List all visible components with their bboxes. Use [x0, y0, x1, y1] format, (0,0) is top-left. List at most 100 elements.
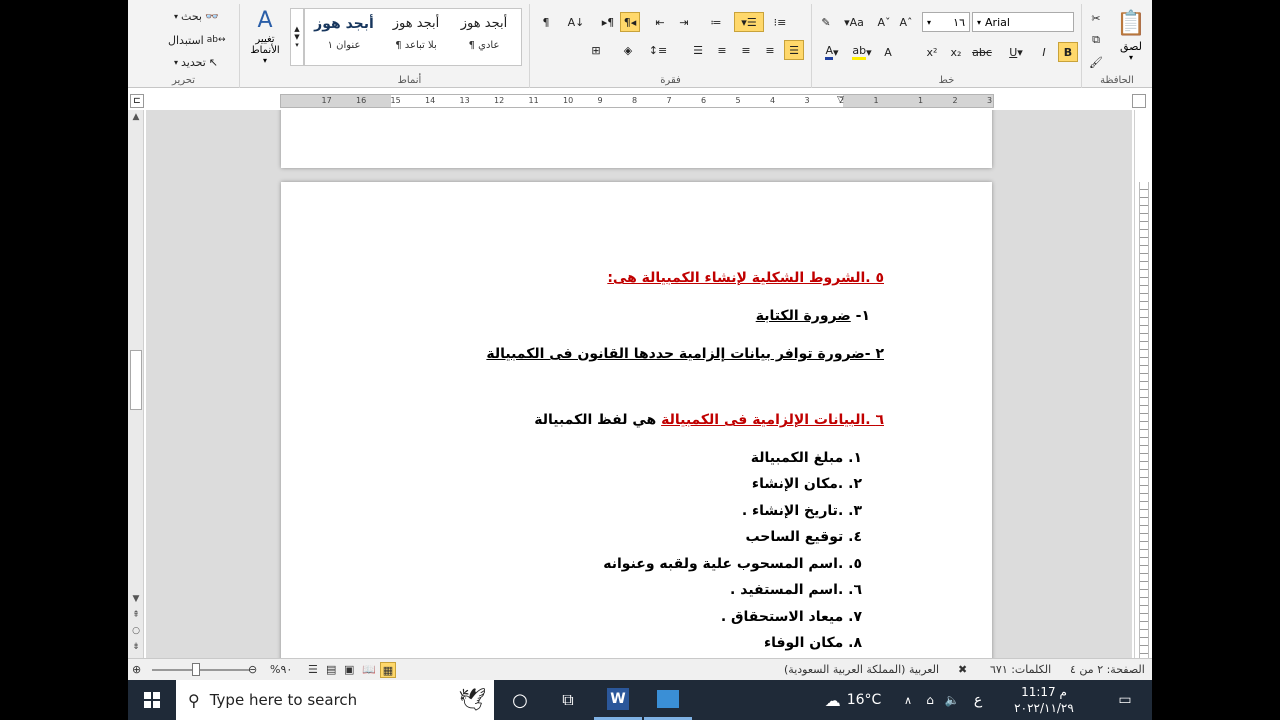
italic-icon[interactable]: I — [1034, 42, 1054, 62]
zoom-slider[interactable] — [152, 669, 250, 671]
word-count[interactable]: الكلمات: ٦٧١ — [990, 662, 1051, 678]
cut-icon[interactable]: ✂ — [1086, 8, 1106, 28]
browse-object-icon[interactable]: ○ — [128, 624, 144, 638]
task-view-icon[interactable]: ○ — [496, 680, 544, 720]
find-button[interactable]: ▾ بحث 👓 — [174, 6, 238, 26]
more-styles-icon[interactable]: ▾ — [295, 41, 299, 49]
horizontal-ruler[interactable]: 3 2 1 1 2 3 4 5 6 7 8 9 10 11 12 13 14 15 16 17 ▽ — [280, 94, 994, 108]
print-layout-icon[interactable]: ▦ — [380, 662, 396, 678]
right-vertical-ruler[interactable] — [1134, 110, 1152, 658]
font-name-combo[interactable]: ▾ Arial — [972, 12, 1074, 32]
prev-page-icon[interactable]: ⇞ — [128, 608, 144, 622]
sort-icon[interactable]: A↓ — [566, 12, 586, 32]
word-app-icon[interactable]: W — [594, 680, 642, 720]
tab-selector[interactable]: ⊏ — [130, 94, 144, 108]
vertical-ruler[interactable]: ▲ ▼ ⇞ ○ ⇟ — [128, 110, 144, 658]
bold-icon[interactable]: B — [1058, 42, 1078, 62]
align-center-icon[interactable]: ≡ — [736, 40, 756, 60]
bullets-icon[interactable]: ⁝≡ — [770, 12, 790, 32]
list-item[interactable]: ٨. مكان الوفاء — [764, 635, 862, 651]
scroll-up-icon[interactable]: ▲ — [294, 25, 299, 33]
line-spacing-icon[interactable]: ↕≡ — [648, 40, 668, 60]
borders-icon[interactable]: ⊞ — [586, 40, 606, 60]
notifications-icon[interactable]: ▭ — [1110, 680, 1140, 720]
format-painter-icon[interactable]: 🖌 — [1086, 52, 1106, 72]
subscript-icon[interactable]: x₂ — [946, 42, 966, 62]
proofing-icon[interactable]: ✖ — [958, 662, 967, 678]
volume-icon[interactable]: 🔈 — [942, 680, 962, 720]
chevron-down-icon[interactable]: ▾ — [240, 56, 290, 65]
select-button[interactable]: ▾ تحديد ↖ — [174, 52, 238, 72]
list-item[interactable]: ١. مبلغ الكمبيالة — [751, 450, 862, 466]
windows-start-icon[interactable] — [128, 680, 176, 720]
clock[interactable]: 11:17 م ٢٠٢٢/١١/٢٩ — [994, 680, 1094, 720]
list-item[interactable]: ٦. .اسم المستفيد . — [730, 582, 862, 598]
page-2[interactable]: ٥ .الشروط الشكلية لإنشاء الكمبيالة هى: ١… — [281, 182, 992, 658]
rtl-icon[interactable]: ¶◂ — [620, 12, 640, 32]
shading-icon[interactable]: ◈ — [618, 40, 638, 60]
style-no-spacing[interactable]: أبجد هوز ¶ بلا تباعد — [380, 8, 452, 66]
text-effects-icon[interactable]: A — [878, 42, 898, 62]
page-1[interactable] — [281, 110, 992, 168]
decrease-indent-icon[interactable]: ⇤ — [650, 12, 670, 32]
indent-marker-icon[interactable]: ▽ — [837, 95, 844, 105]
network-icon[interactable]: ⌂ — [920, 680, 940, 720]
style-heading1[interactable]: أبجد هوز عنوان ١ — [308, 8, 380, 66]
show-marks-icon[interactable]: ¶ — [536, 12, 556, 32]
heading-mandatory-data[interactable]: ٦ .البيانات الإلزامية فى الكمبيالة هي لف… — [534, 412, 884, 428]
align-left-icon[interactable]: ≡ — [712, 40, 732, 60]
highlight-icon[interactable]: ab ▾ — [848, 42, 876, 62]
justify-icon[interactable]: ☰ — [688, 40, 708, 60]
timeline-icon[interactable]: ⧉ — [544, 680, 592, 720]
superscript-icon[interactable]: x² — [922, 42, 942, 62]
chevron-up-icon[interactable]: ∧ — [898, 680, 918, 720]
increase-indent-icon[interactable]: ⇥ — [674, 12, 694, 32]
paste-button[interactable]: 📋 لصق ▾ — [1114, 6, 1148, 62]
document-area[interactable]: ٥ .الشروط الشكلية لإنشاء الكمبيالة هى: ١… — [146, 110, 1132, 658]
change-case-icon[interactable]: ▾Aa — [840, 12, 868, 32]
change-styles-label[interactable]: تغيير الأنماط — [240, 34, 290, 56]
styles-scroll[interactable]: ▲ ▼ ▾ — [290, 8, 304, 66]
strikethrough-icon[interactable]: abc — [972, 42, 992, 62]
zoom-slider-thumb[interactable] — [191, 663, 200, 676]
zoom-out-icon[interactable]: ⊖ — [248, 662, 257, 678]
next-page-icon[interactable]: ⇟ — [128, 640, 144, 654]
align-right-icon[interactable]: ≡ — [760, 40, 780, 60]
style-normal[interactable]: أبجد هوز ¶ عادي — [448, 8, 520, 66]
heading-formal-conditions[interactable]: ٥ .الشروط الشكلية لإنشاء الكمبيالة هى: — [607, 270, 884, 286]
web-layout-icon[interactable]: ▣ — [344, 662, 354, 678]
input-language[interactable]: ع — [968, 680, 988, 720]
zoom-in-icon[interactable]: ⊕ — [132, 662, 141, 678]
shrink-font-icon[interactable]: Aˇ — [874, 12, 894, 32]
zoom-level[interactable]: %٩٠ — [270, 662, 292, 678]
font-size-combo[interactable]: ▾ ١٦ — [922, 12, 970, 32]
scroll-down-icon[interactable]: ▼ — [128, 592, 144, 606]
photos-app-icon[interactable] — [644, 680, 692, 720]
draft-view-icon[interactable]: ☰ — [308, 662, 318, 678]
scroll-down-icon[interactable]: ▼ — [294, 33, 299, 41]
taskbar-search[interactable]: ⚲ Type here to search 🕊 — [176, 680, 494, 720]
replace-button[interactable]: استبدال ab↔ — [168, 30, 238, 50]
list-item[interactable]: ٧. ميعاد الاستحقاق . — [721, 609, 862, 625]
copy-icon[interactable]: ⧉ — [1086, 30, 1106, 50]
list-item[interactable]: ٢. .مكان الإنشاء — [752, 476, 862, 492]
condition-2[interactable]: ٢ -ضرورة توافر بيانات إلزامية حددها القا… — [486, 346, 884, 362]
numbering-icon[interactable]: ▾☰ — [734, 12, 764, 32]
list-item[interactable]: ٤. توقيع الساحب — [745, 529, 862, 545]
ltr-icon[interactable]: ▸¶ — [598, 12, 618, 32]
list-item[interactable]: ٥. .اسم المسحوب علية ولقبه وعنوانه — [603, 556, 862, 572]
page-number[interactable]: الصفحة: ٢ من ٤ — [1070, 662, 1145, 678]
language-indicator[interactable]: العربية (المملكة العربية السعودية) — [784, 662, 939, 678]
multilevel-list-icon[interactable]: ≔ — [706, 12, 726, 32]
align-justify-rtl-icon[interactable]: ☰ — [784, 40, 804, 60]
clear-format-icon[interactable]: ✎ — [816, 12, 836, 32]
font-color-icon[interactable]: A ▾ — [818, 42, 846, 62]
scroll-up-icon[interactable]: ▲ — [128, 110, 144, 124]
outline-view-icon[interactable]: ▤ — [326, 662, 336, 678]
reading-view-icon[interactable]: 📖 — [362, 662, 376, 678]
scroll-thumb[interactable] — [130, 350, 142, 410]
view-ruler-toggle[interactable] — [1132, 94, 1146, 108]
grow-font-icon[interactable]: Aˆ — [896, 12, 916, 32]
underline-icon[interactable]: U ▾ — [1006, 42, 1026, 62]
condition-1[interactable]: ١- ضرورة الكتابة — [756, 308, 870, 324]
